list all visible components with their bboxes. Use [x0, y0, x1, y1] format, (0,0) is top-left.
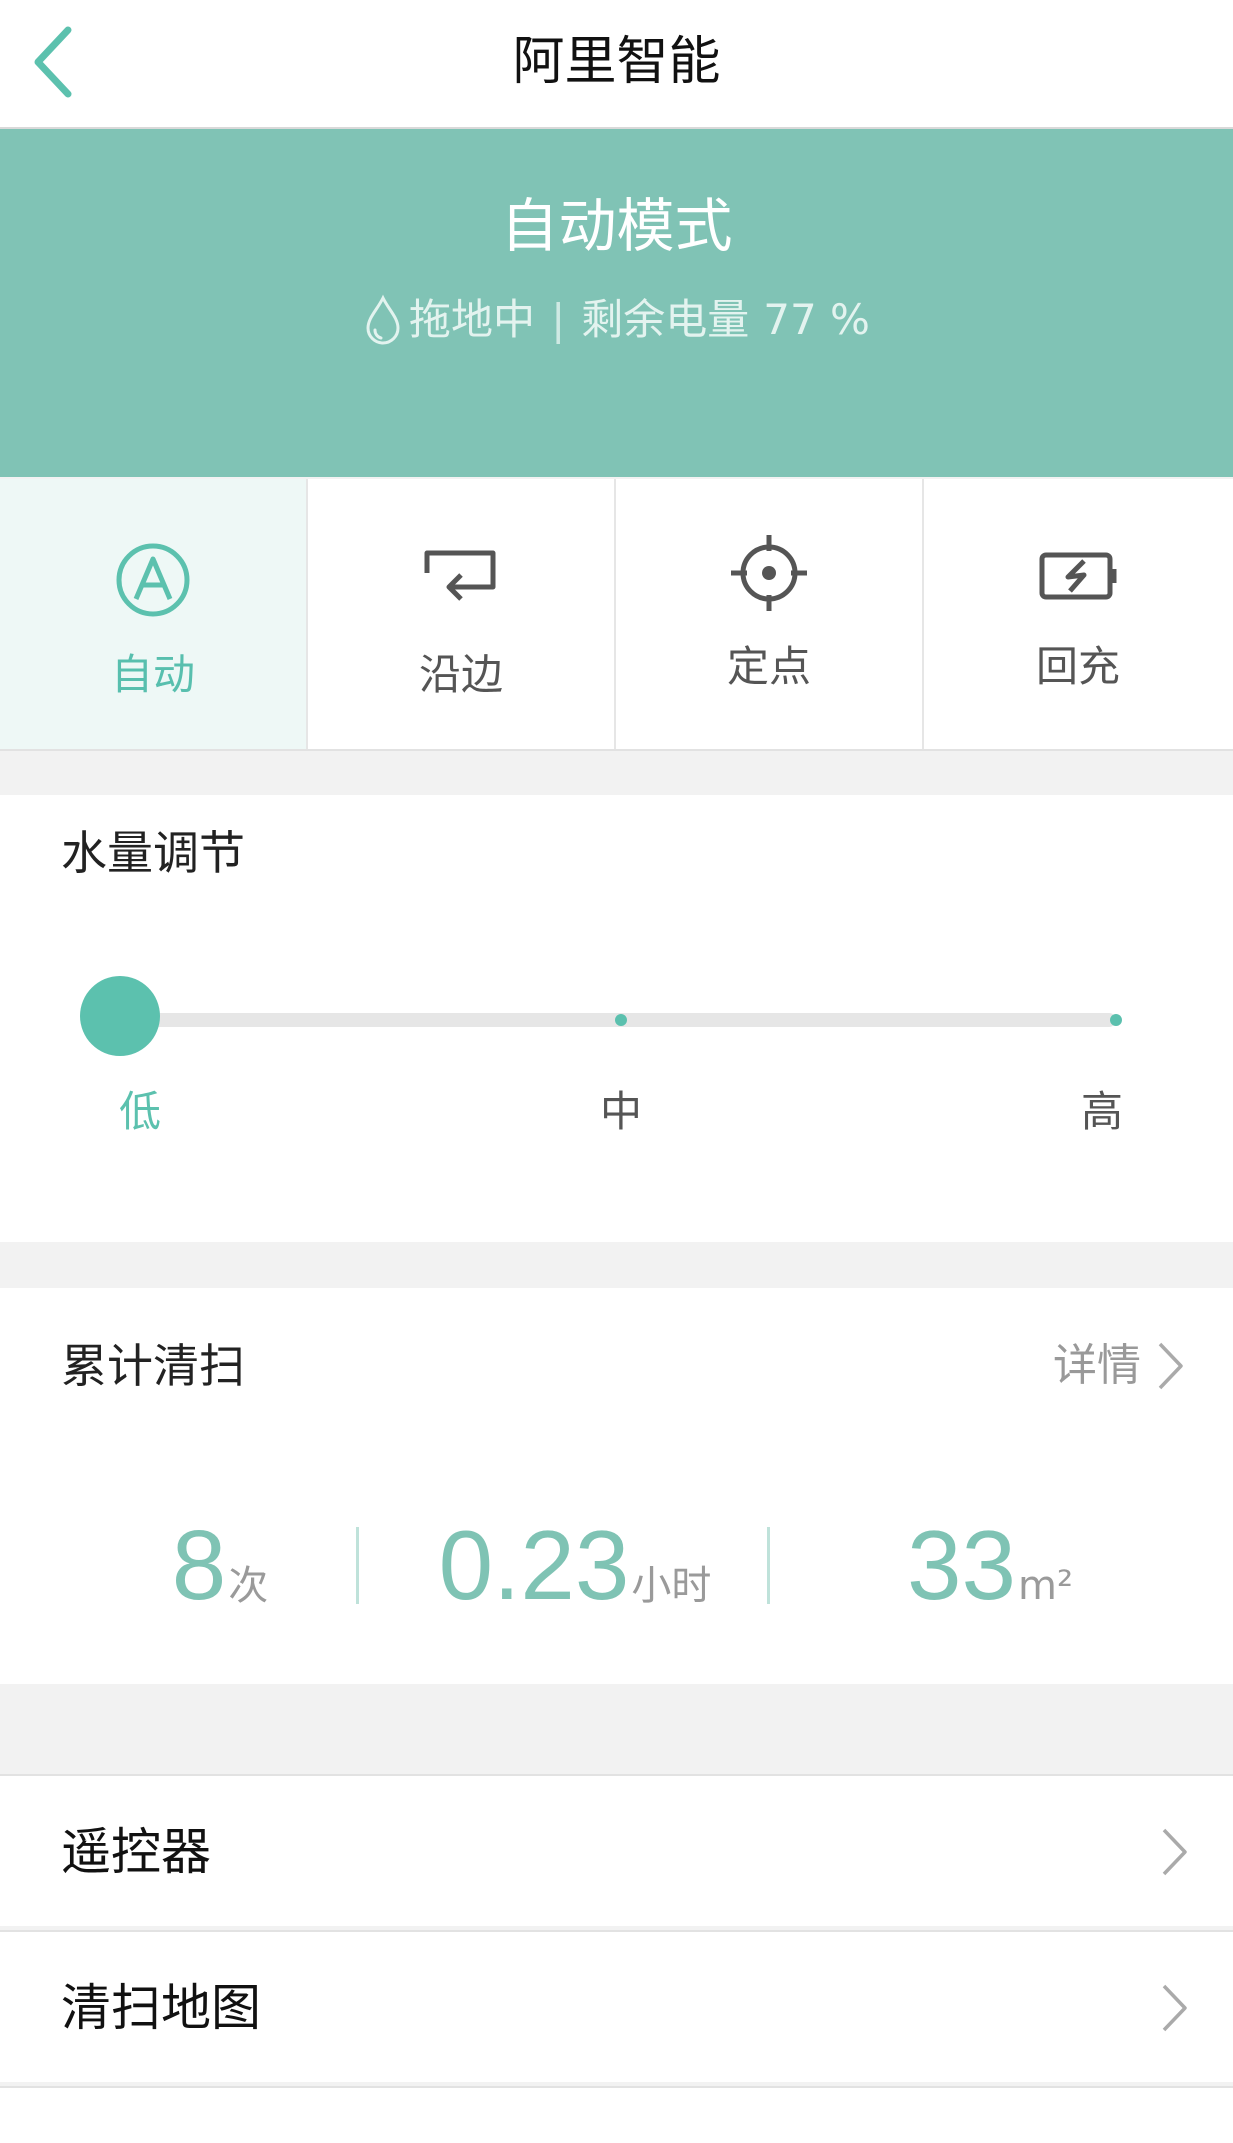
spot-mode-icon	[731, 535, 807, 611]
stat-area-unit: m²	[1018, 1563, 1073, 1609]
stat-clean-hours: 0.23 小时	[380, 1500, 770, 1630]
mode-edge-label: 沿边	[418, 650, 503, 699]
mode-edge-button[interactable]: 沿边	[308, 479, 616, 749]
stat-count-value: 8	[171, 1510, 227, 1620]
slider-stop-high[interactable]	[1110, 1014, 1122, 1026]
mode-auto-button[interactable]: 自动	[0, 479, 308, 749]
battery-value: 77 %	[763, 295, 870, 344]
stat-hours-unit: 小时	[631, 1563, 712, 1609]
stats-section-title: 累计清扫	[61, 1339, 245, 1393]
stat-hours-value: 0.23	[438, 1510, 630, 1620]
remote-control-label: 遥控器	[61, 1823, 211, 1881]
mode-selector: 自动 沿边 定点 回充	[0, 479, 1233, 751]
edge-mode-icon	[424, 550, 496, 601]
water-section-title: 水量调节	[61, 826, 245, 880]
divider: |	[551, 295, 566, 344]
slider-stop-mid[interactable]	[615, 1014, 627, 1026]
chevron-right-icon	[1162, 1984, 1187, 2032]
mode-spot-label: 定点	[726, 642, 811, 691]
auto-mode-icon	[116, 543, 190, 617]
battery-label: 剩余电量	[581, 295, 750, 344]
stat-count-unit: 次	[228, 1563, 269, 1609]
mode-recharge-button[interactable]: 回充	[924, 479, 1232, 749]
water-slider-thumb[interactable]	[80, 976, 160, 1056]
stat-divider	[356, 1527, 359, 1604]
mode-spot-button[interactable]: 定点	[616, 479, 924, 749]
stat-clean-count: 8 次	[80, 1500, 360, 1630]
mode-recharge-label: 回充	[1035, 642, 1120, 691]
stat-clean-area: 33 m²	[800, 1500, 1180, 1630]
recharge-icon	[1039, 552, 1117, 600]
stat-area-value: 33	[906, 1510, 1016, 1620]
details-label: 详情	[1053, 1340, 1141, 1391]
details-link[interactable]: 详情	[1053, 1336, 1185, 1396]
water-level-mid[interactable]: 中	[581, 1082, 661, 1142]
water-drop-icon	[366, 294, 400, 345]
current-mode-title: 自动模式	[500, 192, 733, 260]
status-line: 拖地中 | 剩余电量 77 %	[0, 290, 1233, 350]
water-level-low[interactable]: 低	[100, 1082, 180, 1142]
water-level-high[interactable]: 高	[1062, 1082, 1142, 1142]
next-list-row[interactable]	[0, 2086, 1233, 2143]
cleaning-map-row[interactable]: 清扫地图	[0, 1930, 1233, 2082]
chevron-right-icon	[1158, 1342, 1183, 1390]
remote-control-row[interactable]: 遥控器	[0, 1774, 1233, 1926]
activity-text: 拖地中	[409, 295, 536, 344]
page-title: 阿里智能	[512, 32, 721, 92]
stat-divider	[767, 1527, 770, 1604]
chevron-right-icon	[1162, 1828, 1187, 1876]
cleaning-map-label: 清扫地图	[61, 1979, 261, 2037]
mode-auto-label: 自动	[110, 650, 195, 699]
